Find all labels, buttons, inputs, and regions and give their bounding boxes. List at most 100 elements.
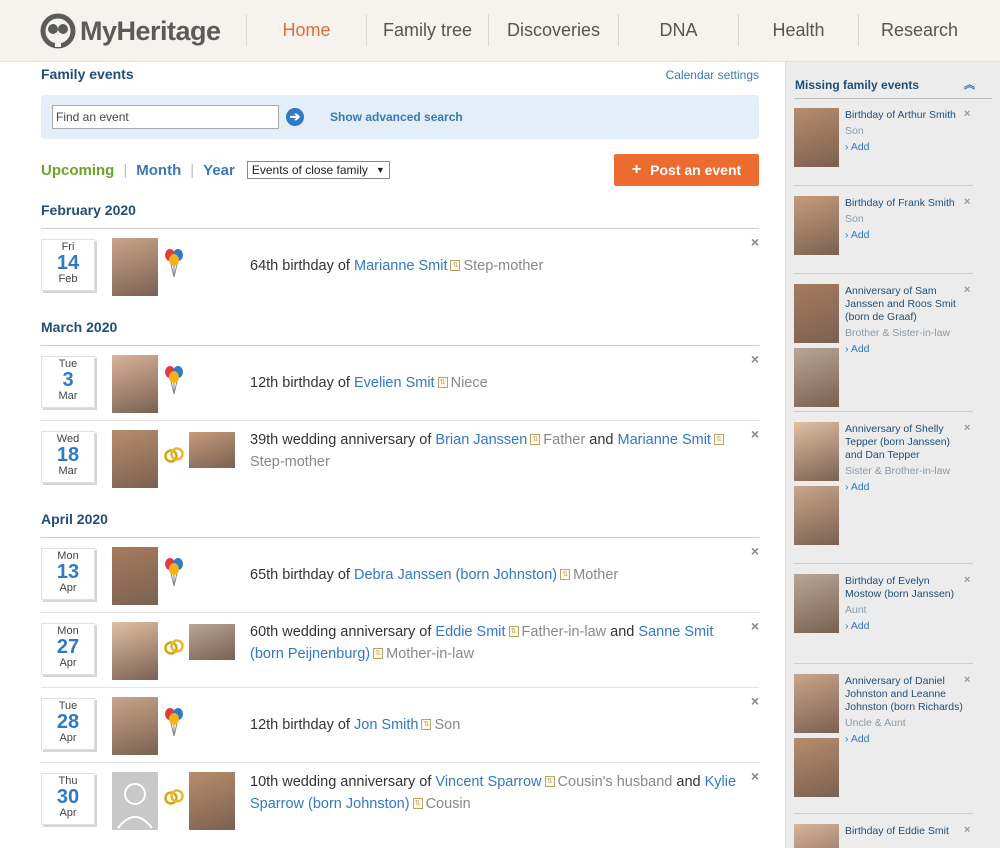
event-date: Tue 28 Apr	[41, 698, 95, 750]
relative-photo[interactable]	[794, 674, 839, 733]
relationship-icon[interactable]: ⇅	[530, 434, 541, 445]
missing-event-title[interactable]: Birthday of Evelyn Mostow (born Janssen)	[845, 575, 965, 601]
dismiss-icon[interactable]: ×	[751, 351, 759, 367]
person-link[interactable]: Brian Janssen	[435, 432, 527, 448]
relative-photo[interactable]	[794, 196, 839, 255]
nav-item-research[interactable]: Research	[858, 14, 980, 46]
calendar-settings-link[interactable]: Calendar settings	[666, 68, 759, 82]
relative-photo[interactable]	[794, 738, 839, 797]
relative-photo[interactable]	[794, 486, 839, 545]
person-photo[interactable]	[112, 238, 158, 296]
collapse-icon[interactable]: ︽	[964, 76, 975, 92]
missing-event-item: Anniversary of Shelly Tepper (born Janss…	[794, 422, 973, 564]
main-nav: Home Family tree Discoveries DNA Health Resea…	[246, 14, 980, 46]
add-event-link[interactable]: › Add	[845, 141, 965, 154]
relative-photo[interactable]	[794, 348, 839, 407]
post-event-label: Post an event	[650, 162, 742, 178]
event-description: 39th wedding anniversary of Brian Jansse…	[250, 429, 745, 473]
relationship-icon[interactable]: ⇅	[437, 377, 448, 388]
missing-event-title[interactable]: Anniversary of Sam Janssen and Roos Smit…	[845, 285, 965, 324]
relative-photo[interactable]	[794, 108, 839, 167]
relationship-icon[interactable]: ⇅	[450, 260, 461, 271]
dismiss-icon[interactable]: ×	[964, 284, 970, 296]
missing-event-title[interactable]: Anniversary of Daniel Johnston and Leann…	[845, 675, 965, 714]
relationship-icon[interactable]: ⇅	[560, 569, 571, 580]
filter-upcoming[interactable]: Upcoming	[41, 162, 114, 179]
spouse-photo[interactable]	[189, 432, 235, 468]
dismiss-icon[interactable]: ×	[964, 108, 970, 120]
dismiss-icon[interactable]: ×	[751, 693, 759, 709]
search-go-icon[interactable]: ➔	[286, 108, 304, 126]
month-heading: March 2020	[41, 319, 118, 335]
add-event-link[interactable]: › Add	[845, 620, 965, 633]
missing-event-title[interactable]: Birthday of Eddie Smit	[845, 825, 965, 838]
event-month: Feb	[58, 273, 78, 285]
dismiss-icon[interactable]: ×	[751, 543, 759, 559]
advanced-search-link[interactable]: Show advanced search	[330, 110, 463, 124]
event-month: Mar	[58, 465, 78, 477]
person-link[interactable]: Eddie Smit	[435, 624, 505, 640]
relative-photo[interactable]	[794, 824, 839, 848]
nav-item-discoveries[interactable]: Discoveries	[488, 14, 618, 46]
add-event-link[interactable]: › Add	[845, 481, 965, 494]
nav-item-home[interactable]: Home	[246, 14, 366, 46]
relationship-icon[interactable]: ⇅	[421, 719, 432, 730]
dismiss-icon[interactable]: ×	[964, 574, 970, 586]
missing-event-title[interactable]: Birthday of Arthur Smith	[845, 109, 965, 122]
myheritage-logo[interactable]: MyHeritage	[40, 13, 221, 49]
dismiss-icon[interactable]: ×	[964, 196, 970, 208]
event-day: 14	[56, 252, 80, 274]
relationship-icon[interactable]: ⇅	[373, 648, 384, 659]
nav-item-dna[interactable]: DNA	[618, 14, 738, 46]
missing-event-title[interactable]: Birthday of Frank Smith	[845, 197, 965, 210]
dismiss-icon[interactable]: ×	[964, 422, 970, 434]
dismiss-icon[interactable]: ×	[751, 426, 759, 442]
person-photo[interactable]	[112, 547, 158, 605]
filter-year[interactable]: Year	[203, 162, 235, 179]
person-link[interactable]: Debra Janssen (born Johnston)	[354, 567, 557, 583]
relationship-icon[interactable]: ⇅	[544, 776, 555, 787]
dismiss-icon[interactable]: ×	[751, 234, 759, 250]
relationship-icon[interactable]: ⇅	[412, 798, 423, 809]
dismiss-icon[interactable]: ×	[751, 618, 759, 634]
relationship-icon[interactable]: ⇅	[508, 626, 519, 637]
dismiss-icon[interactable]: ×	[751, 768, 759, 784]
add-event-link[interactable]: › Add	[845, 343, 965, 356]
event-day: 27	[56, 636, 80, 658]
person-link[interactable]: Jon Smith	[354, 717, 418, 733]
person-link[interactable]: Marianne Smit	[617, 432, 710, 448]
nav-item-family-tree[interactable]: Family tree	[366, 14, 488, 46]
person-link[interactable]: Evelien Smit	[354, 375, 435, 391]
person-photo[interactable]	[112, 772, 158, 830]
spouse-photo[interactable]	[189, 624, 235, 660]
person-photo[interactable]	[112, 622, 158, 680]
spouse-photo[interactable]	[189, 772, 235, 830]
missing-event-title[interactable]: Anniversary of Shelly Tepper (born Janss…	[845, 423, 965, 462]
post-event-button[interactable]: + Post an event	[614, 154, 759, 186]
relative-photo[interactable]	[794, 422, 839, 481]
relationship-label: Father-in-law	[521, 624, 607, 640]
relationship-icon[interactable]: ⇅	[713, 434, 724, 445]
missing-event-item: Anniversary of Sam Janssen and Roos Smit…	[794, 284, 973, 412]
relative-photo[interactable]	[794, 574, 839, 633]
page-title: Family events	[41, 66, 134, 82]
event-search-input[interactable]	[52, 105, 279, 129]
person-link[interactable]: Marianne Smit	[354, 258, 447, 274]
person-photo[interactable]	[112, 697, 158, 755]
add-event-link[interactable]: › Add	[845, 229, 965, 242]
person-photo[interactable]	[112, 430, 158, 488]
nav-item-health[interactable]: Health	[738, 14, 858, 46]
missing-event-text: Birthday of Arthur Smith Son › Add	[845, 109, 965, 154]
add-event-link[interactable]: › Add	[845, 733, 965, 746]
search-panel: ➔ Show advanced search	[41, 95, 759, 139]
relative-photo[interactable]	[794, 284, 839, 343]
filter-month[interactable]: Month	[136, 162, 181, 179]
person-photo[interactable]	[112, 355, 158, 413]
dismiss-icon[interactable]: ×	[964, 674, 970, 686]
event-date: Wed 18 Mar	[41, 431, 95, 483]
family-scope-select[interactable]: Events of close family ▼	[246, 161, 390, 179]
person-link[interactable]: Vincent Sparrow	[435, 774, 541, 790]
brand-name: MyHeritage	[80, 15, 221, 46]
event-date: Tue 3 Mar	[41, 356, 95, 408]
dismiss-icon[interactable]: ×	[964, 824, 970, 836]
